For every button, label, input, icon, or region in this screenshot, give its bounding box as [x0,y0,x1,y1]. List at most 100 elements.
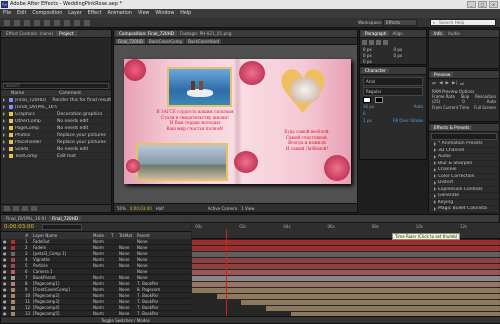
rotate-tool-icon[interactable] [34,20,40,26]
project-item[interactable]: TextComp Edit text [1,153,111,160]
layer-duration-bar[interactable] [192,281,500,287]
font-style-select[interactable]: Regular [363,87,423,96]
layer-parent-select[interactable]: None [137,269,147,274]
layer-duration-bar[interactable] [266,305,500,311]
expand-arrow-icon[interactable] [3,126,5,130]
layer-duration-bar[interactable] [192,257,500,263]
tab-timeline-final-dv[interactable]: Final_DV(PAL_16:9) [3,216,49,221]
zoom-select[interactable]: 50% [117,206,126,211]
layer-mode-select[interactable]: Norm [93,257,111,262]
interpret-footage-icon[interactable] [4,206,10,211]
layer-name[interactable]: [Pagecomp3] [33,299,93,304]
last-frame-icon[interactable]: ⏭ [460,81,464,87]
layer-name[interactable]: [petal3_Comp 1] [33,251,93,256]
prev-frame-icon[interactable]: ◀ [439,81,442,87]
camera-select[interactable]: Active Camera [208,206,237,211]
layer-name[interactable]: Vignette [33,257,93,262]
tab-info[interactable]: Info [431,31,445,36]
project-item[interactable]: Solids No needs edit [1,146,111,153]
label-color-swatch[interactable] [11,269,15,274]
text-tool-icon[interactable] [84,20,90,26]
tab-effects-presets[interactable]: Effects & Presets [431,125,473,130]
visibility-eye-icon[interactable]: ● [3,293,9,298]
layer-mode-select[interactable]: Norm [93,299,111,304]
expand-arrow-icon[interactable] [3,105,5,109]
expand-arrow-icon[interactable] [434,161,436,166]
indent-first-value[interactable]: 0 px [363,53,393,58]
visibility-eye-icon[interactable]: ● [3,299,9,304]
layer-duration-bar[interactable] [192,287,500,293]
expand-arrow-icon[interactable] [434,180,436,185]
layer-parent-select[interactable]: 7. BookPar [137,281,158,286]
menu-view[interactable]: View [138,11,149,16]
timeline-timecode[interactable]: 0:00:03:00 [4,224,34,230]
layer-parent-select[interactable]: None [137,245,147,250]
time-ruler[interactable]: 00s 02s 04s 06s 08s 10s 12s Time Ruler (Click … [192,223,500,240]
full-screen-checkbox[interactable]: Full Screen [474,105,496,110]
visibility-eye-icon[interactable]: ● [3,263,9,268]
layer-duration-bar[interactable] [192,275,500,281]
layer-name[interactable]: [Pagecomp1] [33,281,93,286]
subtab-backcoverhard[interactable]: BackCoverHard [186,38,222,44]
layer-mode-select[interactable]: Norm [93,239,111,244]
menu-animation[interactable]: Animation [107,11,131,16]
layer-duration-bar[interactable] [241,299,500,305]
menu-composition[interactable]: Composition [32,11,62,16]
layer-parent-select[interactable]: None [137,257,147,262]
from-current-time-checkbox[interactable]: From Current Time [432,105,469,110]
expand-arrow-icon[interactable] [434,187,436,192]
project-item[interactable]: PageComp No needs edit [1,125,111,132]
close-button[interactable]: × [489,1,498,8]
new-folder-icon[interactable] [13,206,19,211]
label-color-swatch[interactable] [11,281,15,286]
align-left-icon[interactable] [362,40,367,45]
zoom-tool-icon[interactable] [24,20,30,26]
tab-footage[interactable]: Footage: PH-021_01.png [177,31,234,36]
layer-duration-bar[interactable] [192,251,500,257]
layer-parent-select[interactable]: 7. BookPar [137,299,158,304]
frame-rate-value[interactable]: (25) [432,99,440,104]
space-before-value[interactable]: 0 px [394,53,424,58]
visibility-eye-icon[interactable]: ● [3,305,9,310]
layer-mode-select[interactable]: Norm [93,305,111,310]
layer-parent-select[interactable]: None [137,239,147,244]
layer-parent-select[interactable]: None [137,251,147,256]
workspace-select[interactable]: Effects [383,19,417,26]
layer-mode-select[interactable]: Norm [93,275,111,280]
layer-name[interactable]: [Pagecomp4] [33,305,93,310]
expand-arrow-icon[interactable] [434,193,436,198]
trash-icon[interactable] [31,206,37,211]
expand-arrow-icon[interactable] [434,141,436,146]
layer-name[interactable]: FadeIn [33,245,93,250]
layer-duration-bar[interactable] [192,239,500,245]
layer-duration-bar[interactable] [192,269,500,275]
layer-mode-select[interactable]: Norm [93,281,111,286]
fill-over-stroke-select[interactable]: Fill Over Stroke [393,117,423,124]
align-center-icon[interactable] [369,40,374,45]
tab-project[interactable]: Project [56,31,77,36]
project-item[interactable]: Placeholder Replace your pictures [1,139,111,146]
project-item[interactable]: [Final_720HD] Render this for final resul… [1,97,111,104]
project-item[interactable]: Graphics Decoration graphics [1,111,111,118]
layer-parent-select[interactable]: None [137,263,147,268]
indent-left-value[interactable]: 0 px [363,47,393,52]
expand-arrow-icon[interactable] [3,147,5,151]
menu-layer[interactable]: Layer [68,11,81,16]
visibility-eye-icon[interactable]: ● [3,257,9,262]
layer-parent-select[interactable]: 7. BookPar [137,305,158,310]
tab-character[interactable]: Character [362,68,389,73]
pen-tool-icon[interactable] [74,20,80,26]
label-color-swatch[interactable] [11,239,15,244]
tab-effect-controls[interactable]: Effect Controls: (none) [3,31,56,36]
label-color-swatch[interactable] [11,245,15,250]
next-frame-icon[interactable]: ▶| [452,81,457,87]
font-size-value[interactable]: 36 px [363,103,374,110]
maximize-button[interactable]: □ [478,1,487,8]
indent-right-value[interactable]: 0 px [394,47,424,52]
layer-parent-select[interactable]: 8. Pagecom [137,287,160,292]
layer-name[interactable]: [Pagecomp2] [33,293,93,298]
expand-arrow-icon[interactable] [3,140,5,144]
project-item[interactable]: OtherComp No needs edit [1,118,111,125]
stroke-width-value[interactable]: 1 px [363,117,372,124]
layer-duration-bar[interactable] [192,263,500,269]
